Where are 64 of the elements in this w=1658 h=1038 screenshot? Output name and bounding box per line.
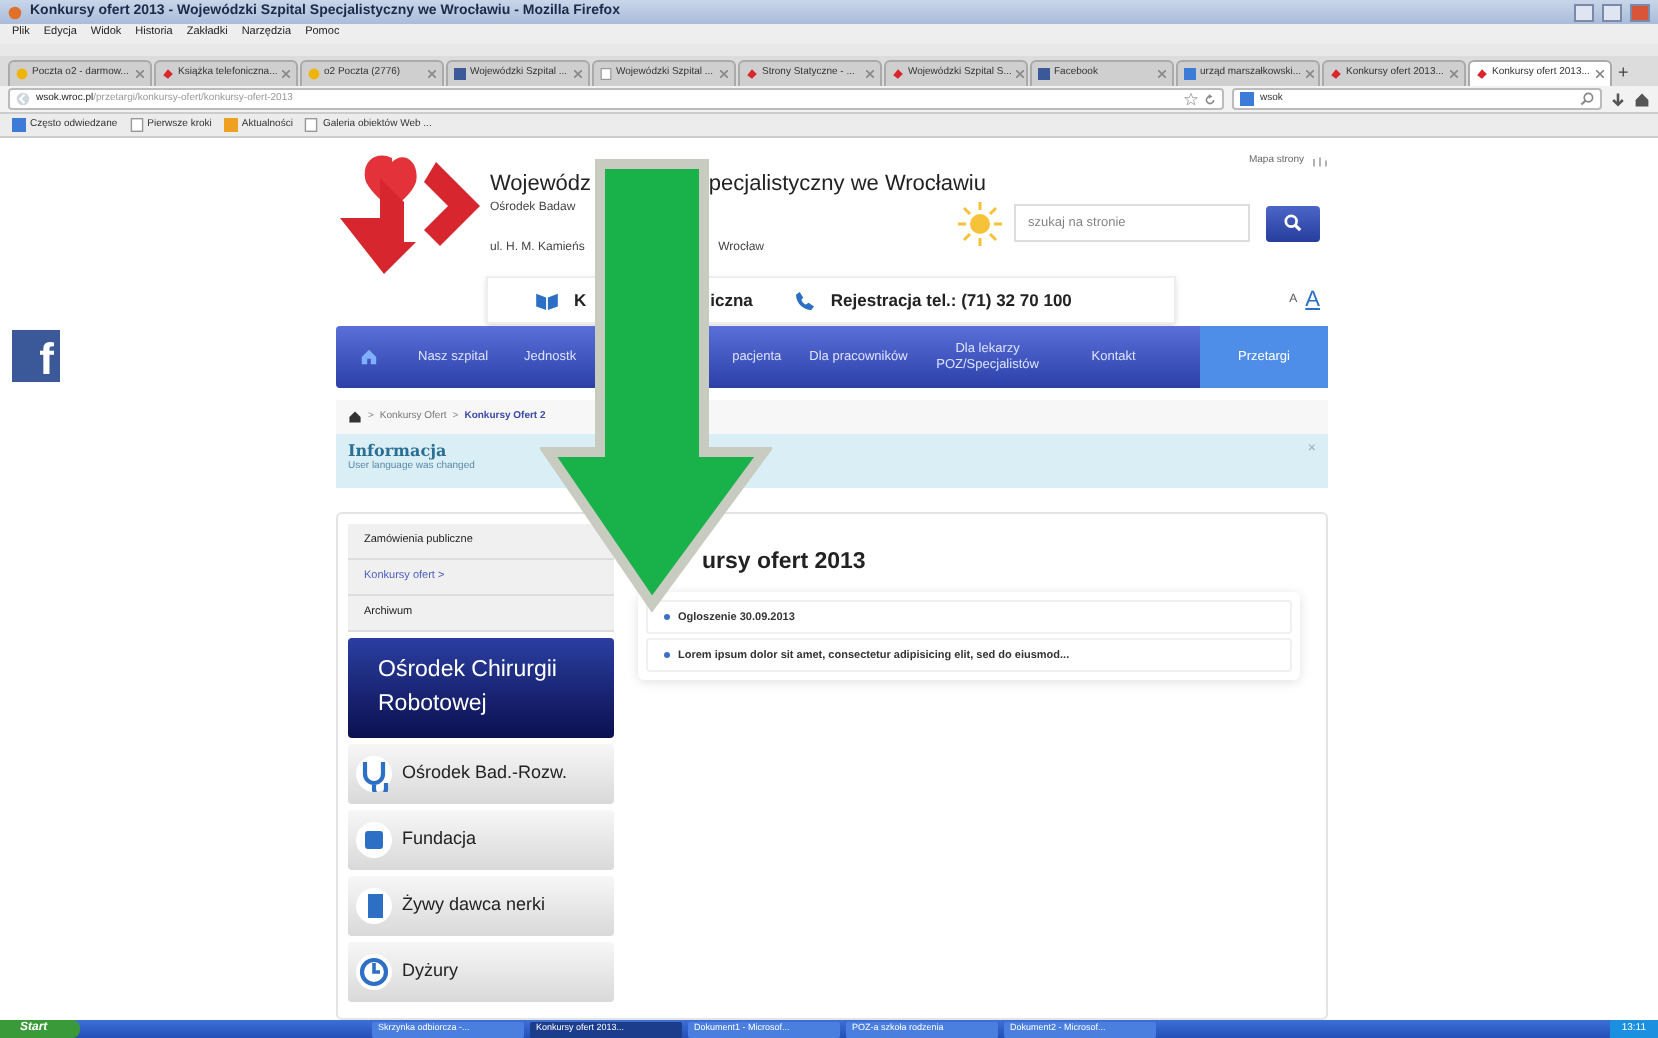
site-title: Wojewódz [490,170,592,198]
download-icon [1610,91,1626,107]
circle-icon [16,68,28,80]
close-icon [720,70,728,78]
home-icon [1634,91,1650,107]
alert-title: Informacja [348,440,449,460]
stethoscope-icon [356,756,392,792]
square-icon [454,68,466,80]
logo-icon [892,68,904,80]
phone-icon [796,291,815,309]
site-title: pecjalistyczny we Wrocławiu [708,170,986,198]
sitemap-icon [1312,155,1328,168]
featured-link[interactable]: Ośrodek Chirurgii Robotowej [348,638,614,738]
close-button[interactable] [1630,3,1650,21]
close-icon [1305,70,1314,78]
page-icon [304,118,319,132]
search-button[interactable] [1266,205,1320,241]
star-icon [1184,92,1198,106]
new-tab-button[interactable]: + [1618,64,1629,82]
logo-icon [746,68,758,80]
catalog-link[interactable]: K [574,287,587,313]
circle-icon [308,68,320,80]
close-icon [1450,70,1458,78]
close-icon [136,70,144,78]
clock-icon [356,954,392,990]
sun-icon [958,201,1002,245]
reload-icon [1204,93,1216,105]
search-engine-icon [1240,92,1254,106]
close-icon [282,70,290,78]
font-size-large-button[interactable]: A [1305,283,1320,317]
firefox-icon [8,5,22,19]
close-icon [1596,70,1604,78]
bullet-icon [664,652,670,659]
square-icon [1184,68,1196,80]
back-icon [16,92,30,106]
logo-icon [162,68,174,80]
page-icon [129,118,144,132]
restore-button[interactable] [1602,3,1622,21]
sidebar-button[interactable]: Dyżury [348,942,614,1002]
close-icon [574,70,582,78]
close-icon [1015,70,1024,78]
page-heading: ursy ofert 2013 [702,548,866,578]
bullet-icon [664,614,670,621]
home-icon [348,410,362,424]
sidebar-button[interactable]: Ośrodek Bad.-Rozw. [348,744,614,804]
sidebar-button[interactable]: Żywy dawca nerki [348,876,614,936]
feed-icon [223,118,238,132]
sidebar-button[interactable]: Fundacja [348,810,614,870]
logo-icon [1330,68,1342,80]
page-icon [600,68,612,80]
hospital-logo-icon [336,154,480,274]
minimize-button[interactable] [1574,3,1594,21]
square-icon [1038,68,1050,80]
search-icon [1284,214,1302,232]
search-icon [1580,92,1594,106]
logo-icon [1476,68,1488,80]
facebook-button[interactable]: f [12,330,60,382]
folder-icon [12,118,26,132]
close-icon [866,70,874,78]
close-icon [1158,70,1166,78]
phone-number: Rejestracja tel.: (71) 32 70 100 [830,287,1072,313]
home-icon [360,348,378,366]
close-icon [428,70,436,78]
catalog-link[interactable]: iczna [710,287,753,313]
